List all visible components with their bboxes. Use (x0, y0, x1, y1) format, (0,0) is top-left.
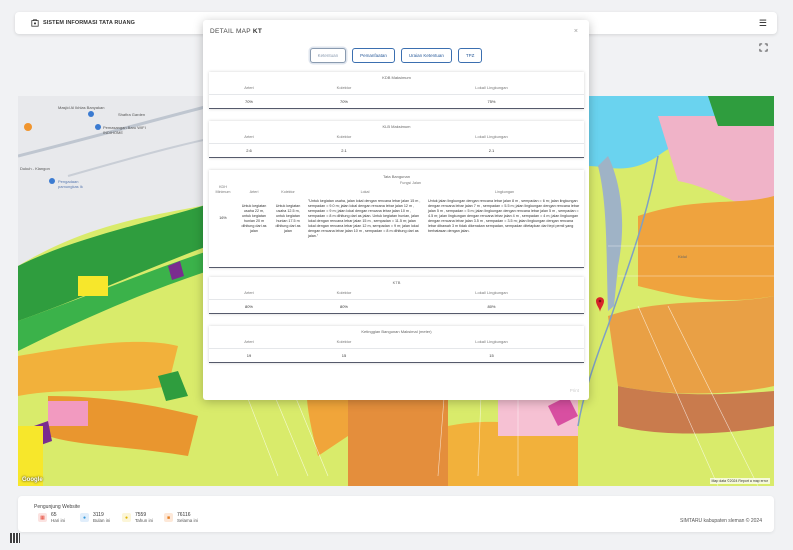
google-logo: Google (22, 477, 43, 483)
cell-value: 80% (399, 299, 584, 313)
col-header: Kolektor (336, 290, 352, 295)
cell-value: 70% (209, 94, 289, 108)
cell-value: Untuk jalan lingkungan dengan rencana le… (428, 198, 580, 233)
qr-code-icon (10, 533, 20, 543)
klb-heading: KLB Maksimum (382, 124, 411, 129)
col-header: Arteri (244, 339, 254, 344)
modal-tabs: Ketentuan Pemanfaatan Uraian Ketentuan T… (203, 48, 589, 63)
map-label-wifi: Pemasangan Baru WIFI INDIHOME (103, 125, 146, 135)
calendar-icon: ▦ (38, 513, 47, 523)
tab-pemanfaatan[interactable]: Pemanfaatan (352, 48, 395, 63)
kdh-header: KDH Minimum (215, 185, 231, 194)
users-icon: ● (122, 513, 131, 523)
col-header: Arteri (244, 85, 254, 90)
map-logo-icon (31, 19, 39, 27)
klb-panel: KLB Maksimum Arteri Kolektor Lokal/ Ling… (209, 121, 584, 158)
col-header: Lingkungan (494, 189, 515, 194)
cell-value: Untuk kegiatan usaha 22 m, untuk kegiata… (241, 203, 267, 233)
col-header: Arteri (249, 189, 259, 194)
ketinggian-heading: Ketinggian Bangunan Maksimal (meter) (361, 329, 432, 334)
tab-tpz[interactable]: TPZ (457, 48, 483, 63)
stat-year: ● 7559 Tahun ini (122, 512, 153, 523)
cell-value: Untuk kegiatan usaha 12.5 m, untuk kegia… (275, 203, 301, 233)
cell-value: 16% (219, 216, 227, 221)
stat-total: ■ 76116 Selama ini (164, 512, 198, 523)
cell-value: 75% (399, 94, 584, 108)
col-header: Kolektor (336, 85, 352, 90)
tata-bangunan-panel: Tata Bangunan KDH Minimum Fungsi Jalan A… (209, 170, 584, 268)
col-header: Lokal/ Lingkungan (475, 290, 508, 295)
close-icon[interactable]: × (574, 28, 578, 35)
map-label-garden: Shafira Garden (118, 112, 146, 117)
col-header: Lokal/ Lingkungan (475, 85, 508, 90)
tab-ketentuan[interactable]: Ketentuan (309, 48, 347, 63)
brand[interactable]: SISTEM INFORMASI TATA RUANG (31, 19, 135, 27)
modal-title: DETAIL MAP KT (210, 28, 263, 35)
map-label-masjid: Masjid Al Ikhlas Banyakan (58, 105, 105, 110)
ketinggian-panel: Ketinggian Bangunan Maksimal (meter) Art… (209, 326, 584, 363)
tab-uraian-ketentuan[interactable]: Uraian Ketentuan (400, 48, 452, 63)
cell-value: 2.1 (289, 143, 399, 157)
cell-value: 70% (289, 94, 399, 108)
hamburger-menu-icon[interactable]: ☰ (759, 18, 767, 28)
users-icon: ● (80, 513, 89, 523)
visitor-title: Pengunjung Website (34, 504, 81, 510)
ktb-panel: KTB Arteri Kolektor Lokal/ Lingkungan 80… (209, 277, 584, 314)
fungsi-jalan-header: Fungsi Jalan (400, 181, 421, 185)
cell-value: 19 (209, 348, 289, 362)
tata-heading: Tata Bangunan (383, 174, 410, 179)
col-header: Kolektor (336, 134, 352, 139)
print-button[interactable]: Print (570, 388, 579, 393)
cell-value: 80% (289, 299, 399, 313)
col-header: Lokal (360, 189, 370, 194)
cell-value: 15 (289, 348, 399, 362)
col-header: Kolektor (336, 339, 352, 344)
map-attribution[interactable]: Map data ©2024 Report a map error (709, 478, 770, 484)
brand-title: SISTEM INFORMASI TATA RUANG (43, 20, 136, 26)
visitor-stats-card: Pengunjung Website ▦ 65 Hari ini ● 3119 Bu… (18, 496, 774, 532)
col-header: Lokal/ Lingkungan (475, 339, 508, 344)
kdb-panel: KDB Maksimum Arteri Kolektor Lokal/ Ling… (209, 72, 584, 109)
cell-value: "Untuk kegiatan usaha, jalan lokal denga… (308, 198, 421, 238)
col-header: Kolektor (281, 189, 295, 194)
copyright: SIMTARU kabupaten sleman © 2024 (680, 518, 762, 524)
kdb-heading: KDB Maksimum (382, 75, 411, 80)
map-label-pc: Pengadaan pamungkas Ik (58, 179, 83, 189)
fullscreen-icon[interactable] (757, 41, 769, 53)
col-header: Lokal/ Lingkungan (475, 134, 508, 139)
ktb-heading: KTB (392, 280, 401, 285)
chart-icon: ■ (164, 513, 173, 523)
col-header: Arteri (244, 134, 254, 139)
stat-today: ▦ 65 Hari ini (38, 512, 65, 523)
cell-value: 15 (399, 348, 584, 362)
stat-month: ● 3119 Bulan ini (80, 512, 110, 523)
detail-map-modal: DETAIL MAP KT × Ketentuan Pemanfaatan Ur… (203, 20, 589, 400)
col-header: Arteri (244, 290, 254, 295)
cell-value: 2.1 (399, 143, 584, 157)
cell-value: 2.6 (209, 143, 289, 157)
map-label-kidul: Kidul (678, 254, 687, 259)
cell-value: 80% (209, 299, 289, 313)
map-label-road: Dukuh - Klangon (20, 166, 50, 171)
